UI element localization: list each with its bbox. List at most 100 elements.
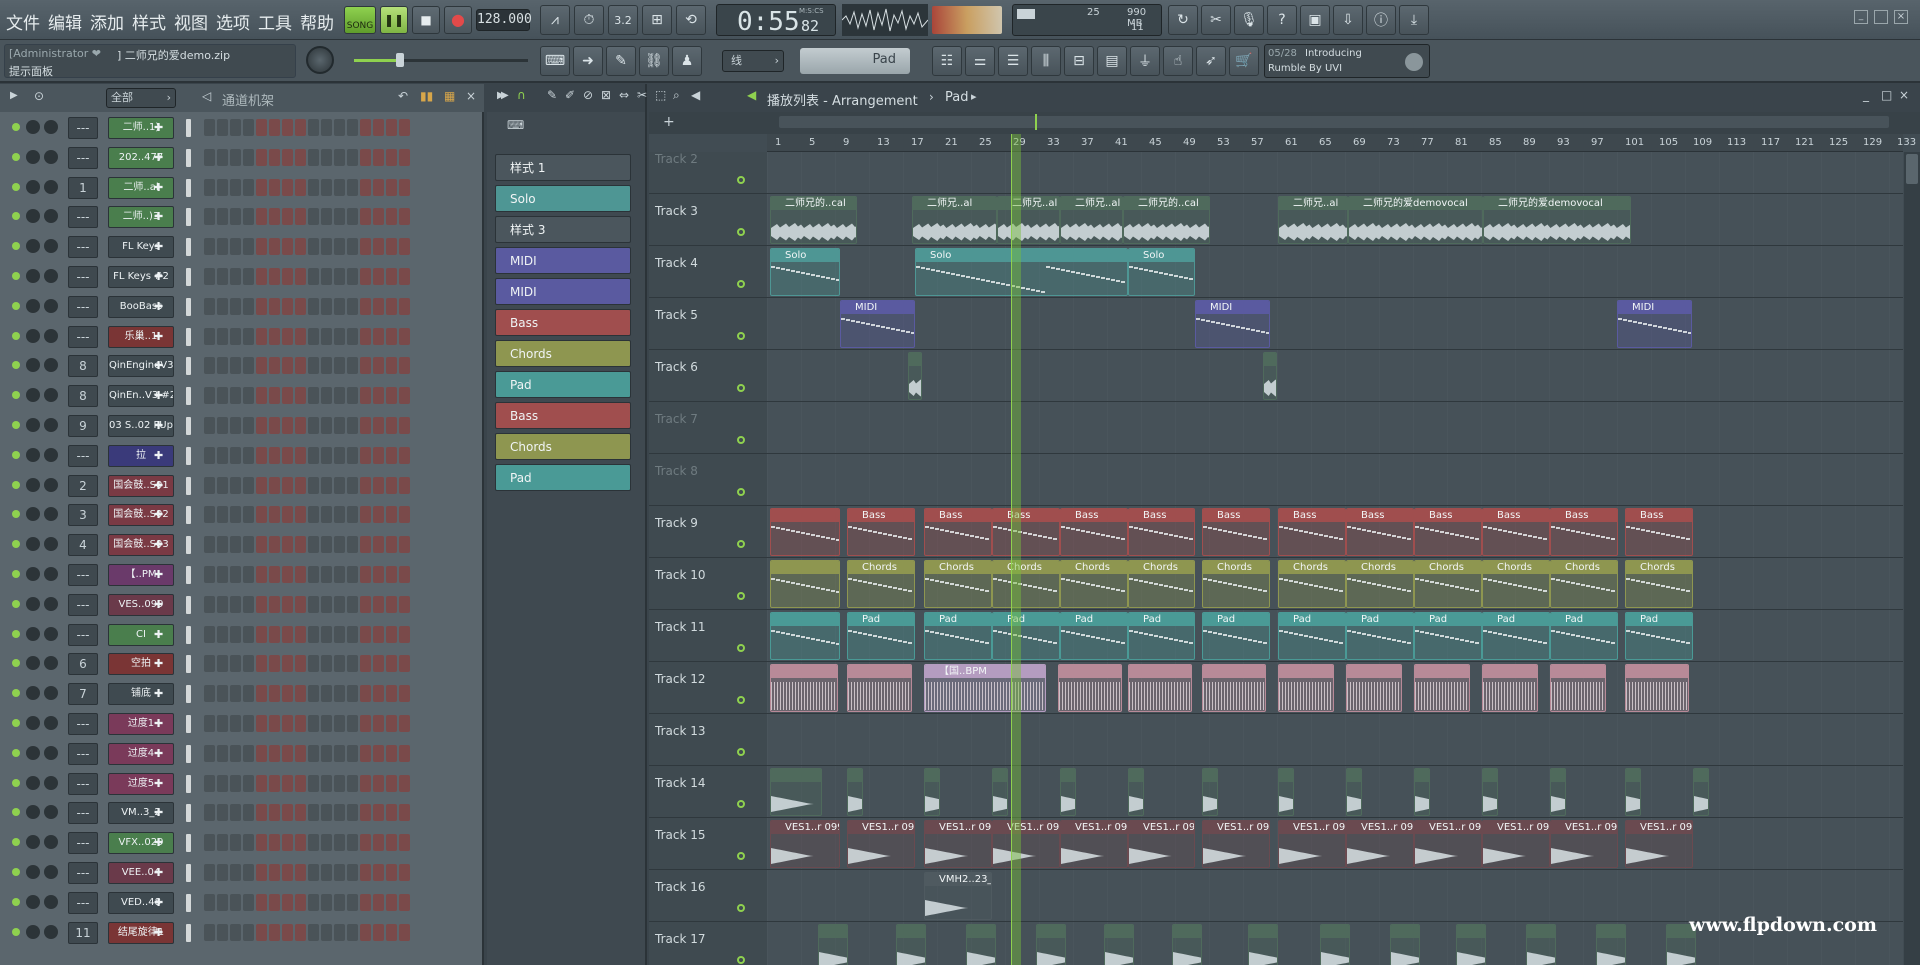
step-button[interactable] (334, 893, 345, 911)
channel-cross-icon[interactable]: ✚ (154, 598, 163, 611)
step-button[interactable] (373, 178, 384, 196)
menu-item[interactable]: 添加 (90, 9, 124, 34)
step-button[interactable] (347, 566, 358, 583)
step-button[interactable] (243, 595, 254, 613)
volume-knob[interactable] (44, 865, 58, 879)
master-pitch-handle[interactable] (396, 53, 404, 67)
channel-cross-icon[interactable]: ✚ (154, 449, 163, 462)
step-button[interactable] (347, 893, 358, 911)
overview-strip[interactable]: + (649, 112, 1920, 134)
mute-led[interactable] (12, 212, 20, 221)
step-button[interactable] (360, 268, 371, 285)
playlist-clip[interactable]: VES1..r 099 (992, 820, 1060, 868)
mixer-track-number[interactable]: --- (68, 117, 98, 139)
channel-select-led[interactable] (186, 506, 191, 525)
step-button[interactable] (204, 476, 215, 494)
step-button[interactable] (243, 893, 254, 911)
playlist-clip[interactable]: 二师兄的..cal (770, 196, 857, 244)
step-button[interactable] (204, 238, 215, 256)
playlist-clip[interactable]: VES1..r 099 (847, 820, 915, 868)
mixer-track-number[interactable]: --- (68, 266, 98, 288)
playlist-clip[interactable] (770, 560, 840, 608)
step-button[interactable] (204, 148, 215, 166)
step-button[interactable] (230, 804, 241, 822)
channel-row[interactable]: 3 国会鼓..S02 ✚ (0, 500, 484, 530)
pan-knob[interactable] (26, 358, 40, 373)
step-button[interactable] (334, 268, 345, 285)
step-button[interactable] (360, 297, 371, 315)
mixer-track-number[interactable]: --- (68, 444, 98, 467)
step-button[interactable] (386, 148, 397, 166)
pattern-item[interactable]: 样式 3 (495, 216, 631, 243)
mixer-track-number[interactable]: 11 (68, 921, 98, 944)
step-button[interactable] (217, 387, 228, 405)
playlist-clip[interactable] (1278, 664, 1334, 712)
step-button[interactable] (256, 238, 267, 256)
channel-select-led[interactable] (186, 208, 191, 227)
playlist-clip[interactable] (1128, 768, 1144, 816)
step-button[interactable] (243, 804, 254, 822)
step-button[interactable] (399, 536, 410, 554)
playlist-clip[interactable]: Chords (1414, 560, 1482, 608)
channel-cross-icon[interactable]: ✚ (154, 240, 163, 253)
step-button[interactable] (243, 268, 254, 285)
channel-name-button[interactable]: 国会鼓..S03 (108, 534, 174, 557)
channel-row[interactable]: --- 过度5 ✚ (0, 769, 484, 799)
step-button[interactable] (308, 685, 319, 703)
step-button[interactable] (269, 417, 280, 434)
channel-select-led[interactable] (186, 834, 191, 853)
playlist-clip[interactable]: Solo (915, 248, 1128, 296)
playlist-clip[interactable]: Pad (1346, 612, 1414, 660)
step-button[interactable] (373, 148, 384, 166)
playlist-clip[interactable]: Bass (1550, 508, 1618, 556)
step-button[interactable] (360, 923, 371, 941)
step-button[interactable] (230, 148, 241, 166)
step-button[interactable] (282, 119, 293, 136)
step-button[interactable] (399, 715, 410, 732)
channel-select-led[interactable] (186, 476, 191, 495)
step-button[interactable] (321, 506, 332, 524)
pattern-item[interactable]: MIDI (495, 278, 631, 305)
step-button[interactable] (334, 715, 345, 732)
step-button[interactable] (230, 297, 241, 315)
mixer-track-number[interactable]: --- (68, 206, 98, 229)
playlist-clip[interactable]: Pad (1414, 612, 1482, 660)
step-button[interactable] (308, 297, 319, 315)
step-button[interactable] (256, 804, 267, 822)
step-button[interactable] (399, 864, 410, 881)
step-button[interactable] (308, 655, 319, 673)
channel-row[interactable]: 11 结尾旋律1 ✚ (0, 918, 484, 948)
pattern-item[interactable]: Bass (495, 309, 631, 336)
step-button[interactable] (373, 864, 384, 881)
step-button[interactable] (373, 536, 384, 554)
step-button[interactable] (321, 893, 332, 911)
step-button[interactable] (282, 864, 293, 881)
step-button[interactable] (204, 387, 215, 405)
shop-cart-icon[interactable]: 🛒 (1229, 46, 1259, 76)
track-lane[interactable] (767, 402, 1903, 454)
playlist-clip[interactable]: Pad (847, 612, 915, 660)
step-button[interactable] (204, 625, 215, 643)
step-button[interactable] (230, 864, 241, 881)
step-button[interactable] (373, 893, 384, 911)
step-button[interactable] (321, 476, 332, 494)
channel-select-led[interactable] (186, 238, 191, 257)
channel-row[interactable]: 2 国会鼓..S01 ✚ (0, 471, 484, 501)
playlist-clip[interactable] (770, 664, 838, 712)
step-button[interactable] (282, 476, 293, 494)
mute-led[interactable] (12, 123, 20, 131)
snap-select[interactable]: 线 › (722, 50, 784, 72)
step-button[interactable] (204, 923, 215, 941)
playlist-clip[interactable] (1390, 924, 1420, 965)
channel-row[interactable]: --- 202..477 ✚ (0, 143, 484, 173)
pan-knob[interactable] (26, 120, 40, 134)
step-button[interactable] (269, 148, 280, 166)
mixer-track-number[interactable]: --- (68, 713, 98, 735)
mixer-track-number[interactable]: --- (68, 623, 98, 646)
mixer-track-number[interactable]: --- (68, 564, 98, 586)
channel-select-led[interactable] (186, 715, 191, 733)
playlist-clip[interactable]: Pad (1128, 612, 1195, 660)
playlist-clip[interactable] (1526, 924, 1556, 965)
pattern-item[interactable]: Pad (495, 464, 631, 491)
step-button[interactable] (204, 417, 215, 434)
